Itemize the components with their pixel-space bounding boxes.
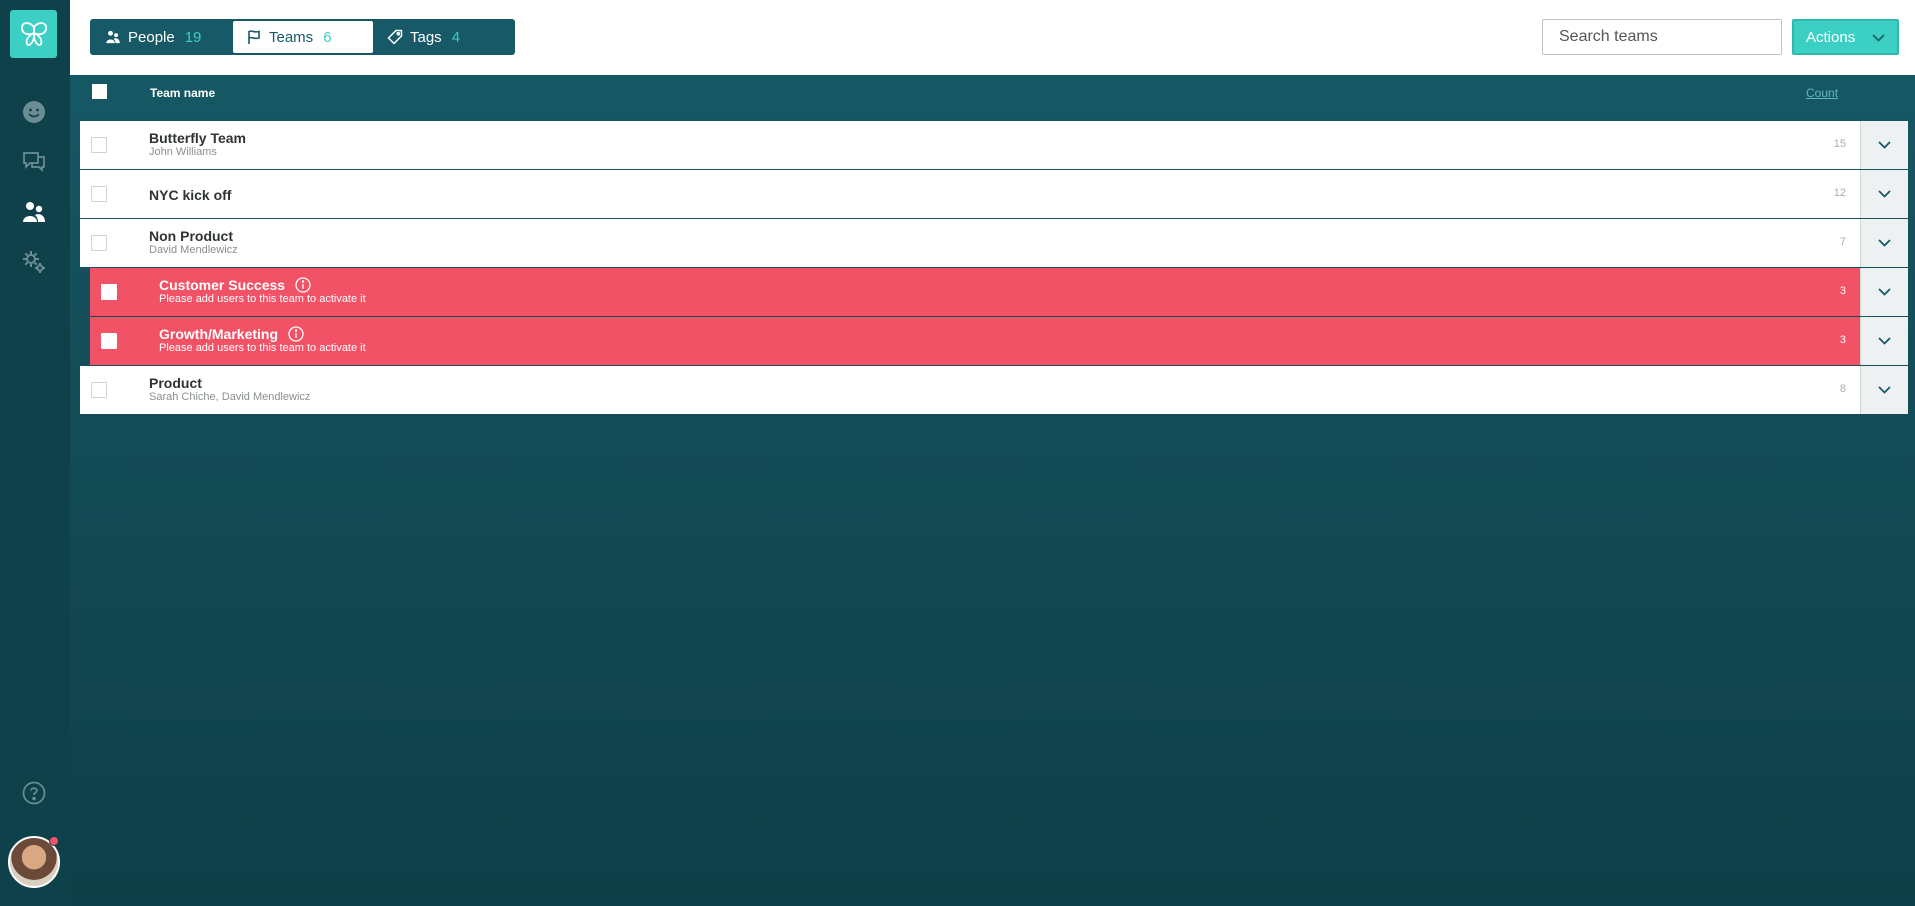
activation-warning: Please add users to this team to activat…: [159, 293, 366, 305]
row-checkbox[interactable]: [101, 333, 117, 349]
member-count: 3: [1839, 285, 1846, 297]
column-header-team-name: Team name: [150, 86, 216, 100]
tag-icon: [386, 28, 404, 46]
team-leads: David Mendlewicz: [149, 244, 238, 256]
team-name: Non Product: [149, 228, 233, 244]
row-checkbox[interactable]: [101, 284, 117, 300]
chevron-down-icon: [1878, 141, 1891, 149]
expand-row-button[interactable]: [1860, 121, 1908, 169]
table-header: Team name Count: [70, 75, 1915, 112]
chevron-down-icon: [1878, 190, 1891, 198]
row-checkbox[interactable]: [91, 382, 107, 398]
tab-count: 6: [323, 28, 332, 46]
team-name-row: Customer Success: [159, 277, 311, 293]
team-name-row: Growth/Marketing: [159, 326, 304, 342]
chevron-down-icon: [1878, 239, 1891, 247]
chevron-down-icon: [1872, 29, 1885, 46]
expand-row-button[interactable]: [1860, 170, 1908, 218]
member-count: 7: [1839, 236, 1846, 248]
info-icon[interactable]: [288, 326, 304, 342]
team-name: Product: [149, 375, 202, 391]
team-leads: Sarah Chiche, David Mendlewicz: [149, 391, 311, 403]
row-checkbox[interactable]: [91, 235, 107, 251]
table-row[interactable]: Product Sarah Chiche, David Mendlewicz 8: [80, 366, 1908, 414]
flag-icon: [245, 28, 263, 46]
row-checkbox[interactable]: [91, 137, 107, 153]
top-bar: People 19 Teams 6 Tags 4 Actions: [70, 0, 1915, 75]
column-header-count[interactable]: Count: [1806, 86, 1838, 100]
tab-tags[interactable]: Tags 4: [374, 21, 514, 53]
expand-row-button[interactable]: [1860, 317, 1908, 365]
expand-row-button[interactable]: [1860, 268, 1908, 316]
member-count: 8: [1839, 383, 1846, 395]
tab-label: People: [128, 28, 175, 46]
people-icon: [104, 28, 122, 46]
expand-row-button[interactable]: [1860, 219, 1908, 267]
actions-dropdown[interactable]: Actions: [1792, 19, 1899, 55]
people-icon[interactable]: [20, 198, 48, 226]
table-row[interactable]: Non Product David Mendlewicz 7: [80, 219, 1908, 267]
team-name: Butterfly Team: [149, 130, 246, 146]
table-row[interactable]: Butterfly Team John Williams 15: [80, 121, 1908, 169]
team-name: Growth/Marketing: [159, 326, 279, 342]
row-checkbox[interactable]: [91, 186, 107, 202]
info-icon[interactable]: [295, 277, 311, 293]
chevron-down-icon: [1878, 288, 1891, 296]
butterfly-logo[interactable]: [10, 10, 57, 58]
tab-label: Tags: [410, 28, 442, 46]
select-all-checkbox[interactable]: [92, 84, 107, 99]
actions-label: Actions: [1806, 28, 1856, 46]
table-row[interactable]: NYC kick off 12: [80, 170, 1908, 218]
team-name: Customer Success: [159, 277, 286, 293]
team-name: NYC kick off: [149, 187, 232, 203]
search-input[interactable]: [1542, 19, 1782, 55]
chevron-down-icon: [1878, 337, 1891, 345]
tab-people[interactable]: People 19: [92, 21, 232, 53]
member-count: 12: [1833, 187, 1846, 199]
activation-warning: Please add users to this team to activat…: [159, 342, 366, 354]
chat-bubbles-icon[interactable]: [20, 147, 48, 175]
notification-dot: [49, 836, 59, 846]
tab-count: 19: [184, 28, 202, 46]
table-row-inactive[interactable]: Growth/Marketing Please add users to thi…: [90, 317, 1908, 365]
member-count: 15: [1833, 138, 1846, 150]
tab-teams[interactable]: Teams 6: [233, 21, 373, 53]
tab-count: 4: [451, 28, 461, 46]
sidebar: [0, 0, 70, 906]
member-count: 3: [1839, 334, 1846, 346]
expand-row-button[interactable]: [1860, 366, 1908, 414]
gears-icon[interactable]: [20, 248, 48, 276]
section-switcher: People 19 Teams 6 Tags 4: [90, 19, 515, 55]
chevron-down-icon: [1878, 386, 1891, 394]
tab-label: Teams: [269, 28, 314, 46]
team-leads: John Williams: [149, 146, 217, 158]
table-row-inactive[interactable]: Customer Success Please add users to thi…: [90, 268, 1908, 316]
smiley-icon[interactable]: [20, 98, 48, 126]
help-icon[interactable]: [20, 779, 48, 807]
